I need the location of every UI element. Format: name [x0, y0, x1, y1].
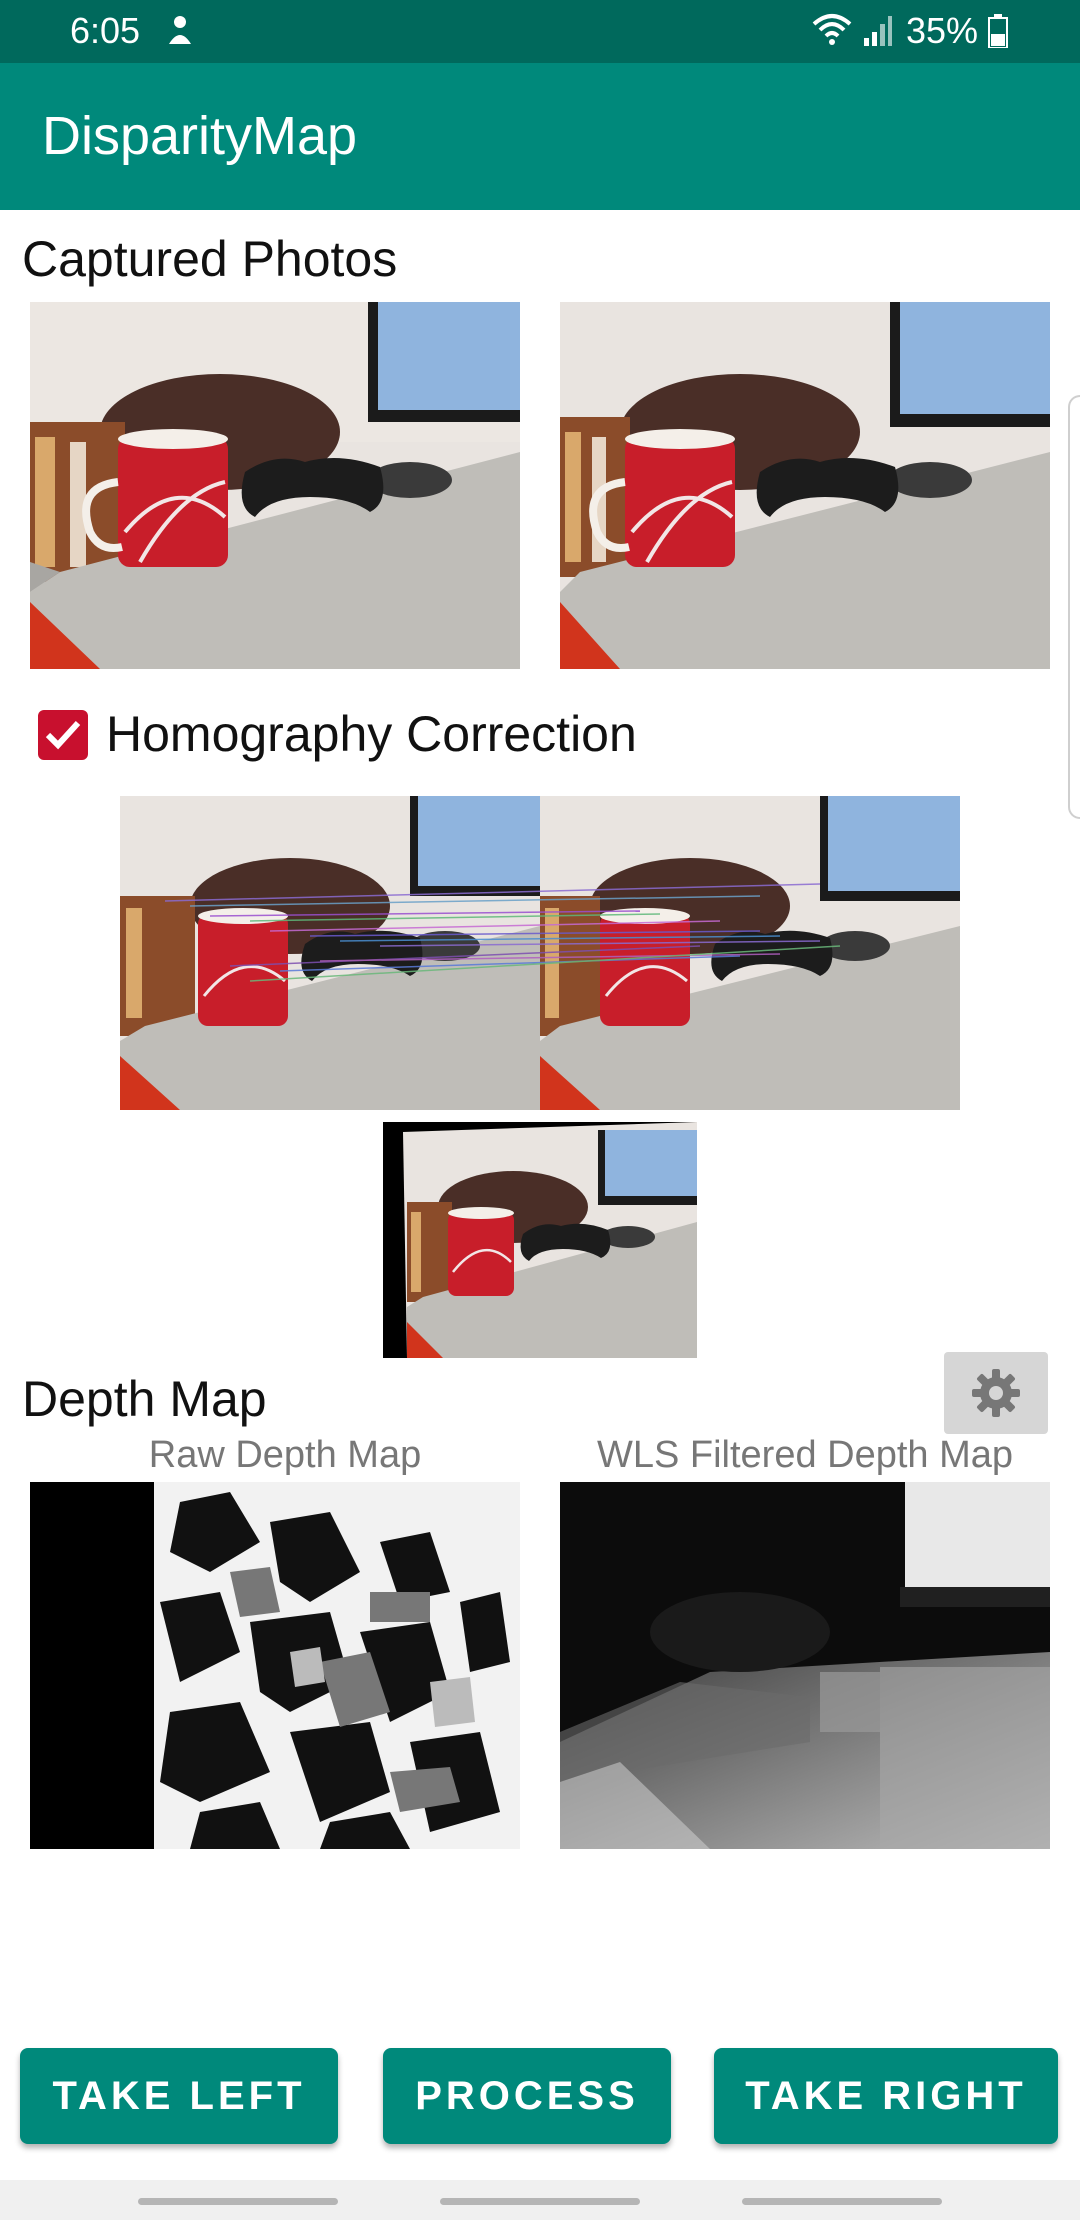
- left-photo[interactable]: [30, 302, 520, 669]
- wls-depth-map-image: [560, 1482, 1050, 1849]
- feature-matches-image: [120, 796, 960, 1110]
- homography-corrected-image: [383, 1122, 697, 1358]
- raw-depth-caption: Raw Depth Map: [148, 1434, 422, 1476]
- take-left-button[interactable]: TAKE LEFT: [20, 2048, 338, 2144]
- battery-icon: [988, 14, 1008, 48]
- signal-icon: [864, 16, 892, 46]
- navigation-bar: [0, 2180, 1080, 2220]
- app-bar: DisparityMap: [0, 63, 1080, 210]
- take-right-button[interactable]: TAKE RIGHT: [714, 2048, 1058, 2144]
- status-time: 6:05: [70, 10, 141, 51]
- right-photo[interactable]: [560, 302, 1050, 669]
- nav-back-handle[interactable]: [138, 2198, 338, 2205]
- right-photo-image: [560, 302, 1050, 669]
- raw-depth-map-image: [30, 1482, 520, 1849]
- scroll-edge-indicator: [1068, 395, 1080, 819]
- notification-icon: [169, 16, 191, 44]
- captured-photos-title: Captured Photos: [22, 231, 398, 287]
- process-button[interactable]: PROCESS: [383, 2048, 671, 2144]
- status-bar: 6:05 35%: [0, 0, 1080, 63]
- wifi-icon: [812, 14, 852, 45]
- left-photo-image: [30, 302, 520, 669]
- app-title: DisparityMap: [42, 106, 358, 166]
- homography-checkbox[interactable]: [38, 710, 88, 760]
- wls-depth-caption: WLS Filtered Depth Map: [596, 1434, 1014, 1476]
- checkmark-icon: [45, 720, 81, 750]
- gear-icon: [972, 1369, 1020, 1417]
- nav-home-handle[interactable]: [440, 2198, 640, 2205]
- nav-recents-handle[interactable]: [742, 2198, 942, 2205]
- battery-percentage: 35%: [906, 10, 979, 51]
- settings-button[interactable]: [944, 1352, 1048, 1434]
- depth-map-title: Depth Map: [22, 1371, 267, 1427]
- homography-label[interactable]: Homography Correction: [106, 705, 637, 763]
